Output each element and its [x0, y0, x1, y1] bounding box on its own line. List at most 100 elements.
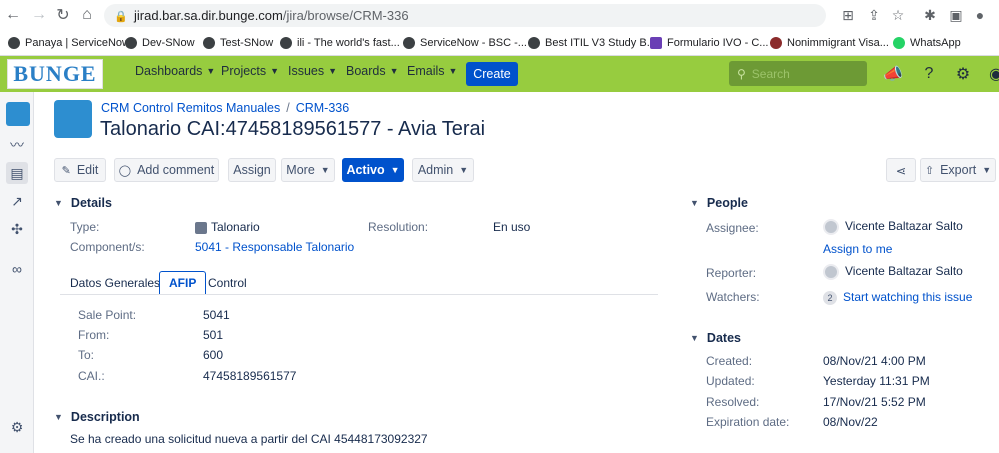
- chevron-down-icon: ▼: [390, 165, 400, 175]
- issue-type-icon: [195, 221, 207, 234]
- breadcrumb-project[interactable]: CRM Control Remitos Manuales: [101, 101, 280, 115]
- breadcrumb-issue-key[interactable]: CRM-336: [296, 101, 350, 115]
- link-icon[interactable]: ∞: [6, 258, 28, 280]
- issues-icon[interactable]: ▤: [6, 162, 28, 184]
- created-value: 08/Nov/21 4:00 PM: [823, 354, 926, 368]
- type-value: Talonario: [195, 220, 260, 234]
- extensions-icon[interactable]: ✱: [920, 5, 940, 25]
- export-button[interactable]: ⇧ Export ▼: [920, 158, 996, 182]
- pencil-icon: ✎: [61, 164, 71, 177]
- description-heading[interactable]: ▼ Description: [54, 410, 140, 424]
- bookmark-item[interactable]: Nonimmigrant Visa...: [770, 36, 889, 49]
- chevron-down-icon: ▼: [54, 198, 63, 208]
- sidepanel-icon[interactable]: ▣: [946, 5, 966, 25]
- help-icon[interactable]: ?: [918, 63, 940, 85]
- share-button[interactable]: ⋖: [886, 158, 916, 182]
- menu-boards[interactable]: Boards ▼: [346, 64, 399, 78]
- cai-value: 47458189561577: [203, 369, 297, 383]
- project-settings-icon[interactable]: ⚙: [6, 416, 28, 438]
- menu-emails[interactable]: Emails ▼: [407, 64, 457, 78]
- chevron-down-icon: ▼: [459, 165, 469, 175]
- back-icon[interactable]: ←: [2, 4, 24, 26]
- tab-control[interactable]: Control: [208, 276, 247, 290]
- menu-issues[interactable]: Issues ▼: [288, 64, 337, 78]
- feedback-icon[interactable]: 📣: [882, 63, 904, 85]
- chevron-down-icon: ▼: [389, 66, 399, 76]
- assign-to-me-link[interactable]: Assign to me: [823, 242, 892, 256]
- components-icon[interactable]: ✣: [6, 218, 28, 240]
- people-heading[interactable]: ▼ People: [690, 196, 748, 210]
- more-button[interactable]: More ▼: [281, 158, 335, 182]
- menu-projects[interactable]: Projects ▼: [221, 64, 279, 78]
- assignee-value[interactable]: Vicente Baltazar Salto: [823, 219, 963, 235]
- tab-datos-generales[interactable]: Datos Generales: [70, 276, 160, 290]
- start-watching-link[interactable]: Start watching this issue: [843, 290, 972, 304]
- bookmark-item[interactable]: Formulario IVO - C...: [650, 36, 768, 49]
- jira-header: BUNGE Dashboards ▼ Projects ▼ Issues ▼ Boar…: [0, 56, 999, 92]
- create-button[interactable]: Create: [466, 62, 518, 86]
- bookmark-item[interactable]: ServiceNow - BSC -...: [403, 36, 527, 49]
- address-bar[interactable]: 🔒 jirad.bar.sa.dir.bunge.com/jira/browse…: [104, 4, 826, 27]
- issue-summary[interactable]: Talonario CAI:47458189561577 - Avia Tera…: [100, 118, 485, 141]
- reload-icon[interactable]: ↻: [52, 4, 74, 26]
- chevron-down-icon: ▼: [54, 412, 63, 422]
- chevron-down-icon: ▼: [328, 66, 338, 76]
- bookmark-item[interactable]: WhatsApp: [893, 36, 961, 49]
- assign-button[interactable]: Assign: [228, 158, 276, 182]
- bookmark-item[interactable]: Test-SNow: [203, 36, 273, 49]
- component-link[interactable]: 5041 - Responsable Talonario: [195, 240, 354, 254]
- menu-dashboards[interactable]: Dashboards ▼: [135, 64, 215, 78]
- to-label: To:: [78, 348, 95, 362]
- reports-icon[interactable]: ↗: [6, 190, 28, 212]
- resolved-label: Resolved:: [706, 395, 760, 409]
- bookmark-icon: [650, 36, 662, 49]
- user-avatar-icon: [823, 219, 839, 235]
- bunge-logo[interactable]: BUNGE: [7, 59, 103, 89]
- updated-value: Yesterday 11:31 PM: [823, 374, 930, 388]
- cai-label: CAI.:: [78, 369, 105, 383]
- bookmark-star-icon[interactable]: ☆: [888, 5, 908, 25]
- browser-toolbar: ← → ↻ ⌂ 🔒 jirad.bar.sa.dir.bunge.com/jir…: [0, 0, 999, 30]
- user-avatar-icon: [823, 264, 839, 280]
- admin-button[interactable]: Admin ▼: [412, 158, 474, 182]
- to-value: 600: [203, 348, 224, 362]
- bookmark-item[interactable]: Best ITIL V3 Study B...: [528, 36, 656, 49]
- reporter-value[interactable]: Vicente Baltazar Salto: [823, 264, 963, 280]
- from-label: From:: [78, 328, 110, 342]
- add-comment-button[interactable]: ◯ Add comment: [114, 158, 219, 182]
- bookmark-item[interactable]: Dev-SNow: [125, 36, 195, 49]
- translate-icon[interactable]: ⊞: [838, 5, 858, 25]
- assignee-label: Assignee:: [706, 221, 759, 235]
- activity-icon[interactable]: 〰: [6, 134, 28, 156]
- project-avatar[interactable]: [54, 100, 92, 138]
- bookmark-item[interactable]: ili - The world's fast...: [280, 36, 400, 49]
- bookmark-item[interactable]: Panaya | ServiceNow: [8, 36, 130, 49]
- details-heading[interactable]: ▼ Details: [54, 196, 112, 210]
- user-avatar[interactable]: ◉: [985, 63, 999, 85]
- edit-button[interactable]: ✎ Edit: [54, 158, 106, 182]
- expiration-date-value: 08/Nov/22: [823, 415, 878, 429]
- status-button[interactable]: Activo ▼: [342, 158, 404, 182]
- component-label: Component/s:: [70, 240, 145, 254]
- whatsapp-icon: [893, 36, 905, 49]
- forward-icon[interactable]: →: [28, 4, 50, 26]
- settings-gear-icon[interactable]: ⚙: [952, 63, 974, 85]
- share-icon[interactable]: ⇪: [864, 5, 884, 25]
- resolved-value: 17/Nov/21 5:52 PM: [823, 395, 926, 409]
- tab-afip[interactable]: AFIP: [159, 271, 207, 294]
- search-icon: ⚲: [737, 66, 746, 81]
- comment-icon: ◯: [118, 164, 132, 177]
- updated-label: Updated:: [706, 374, 755, 388]
- bookmark-icon: [403, 36, 415, 49]
- bookmark-icon: [8, 36, 20, 49]
- home-icon[interactable]: ⌂: [76, 4, 98, 26]
- project-avatar-icon[interactable]: [6, 102, 30, 126]
- search-input[interactable]: ⚲ Search: [729, 61, 867, 86]
- resolution-value: En uso: [493, 220, 531, 234]
- bookmarks-bar: Panaya | ServiceNow Dev-SNow Test-SNow i…: [0, 30, 999, 56]
- chevron-down-icon: ▼: [206, 66, 216, 76]
- profile-icon[interactable]: ●: [970, 5, 990, 25]
- dates-heading[interactable]: ▼ Dates: [690, 331, 741, 345]
- description-text[interactable]: Se ha creado una solicitud nueva a parti…: [70, 432, 428, 446]
- from-value: 501: [203, 328, 224, 342]
